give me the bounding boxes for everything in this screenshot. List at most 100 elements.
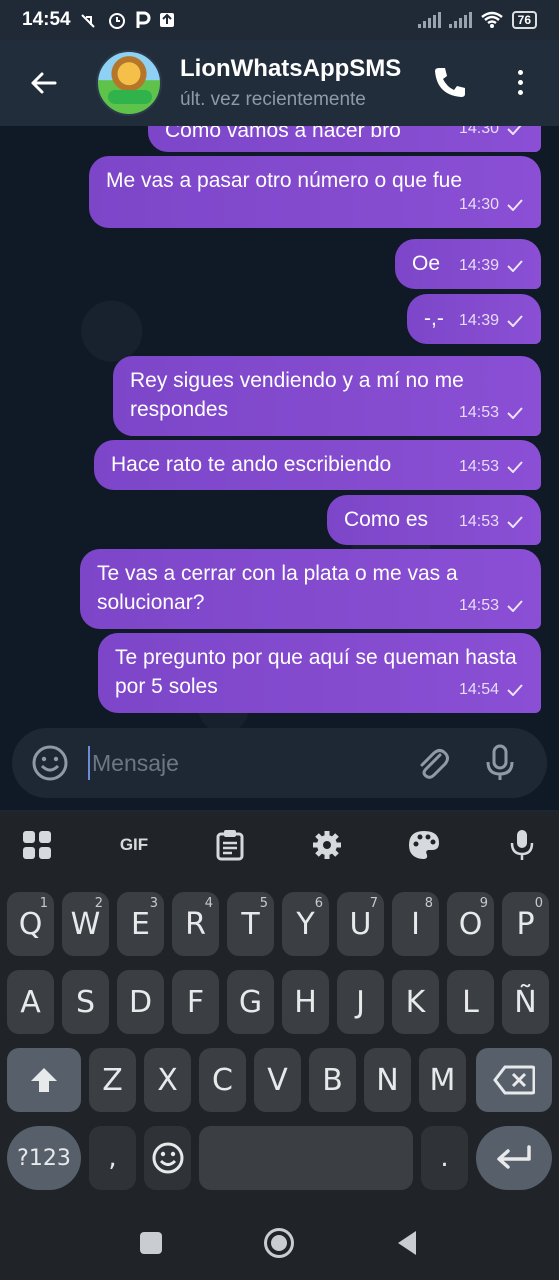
key-u-hint: 7 xyxy=(369,896,378,911)
message-meta: 14:54 xyxy=(459,675,523,704)
key-a[interactable]: A xyxy=(7,970,54,1034)
symbols-key[interactable]: ?123 xyxy=(7,1126,81,1190)
key-w[interactable]: W2 xyxy=(62,892,109,956)
message-meta: 14:30 xyxy=(459,126,523,143)
voice-input-icon[interactable] xyxy=(505,828,539,862)
message-meta: 14:53 xyxy=(459,452,523,481)
key-x[interactable]: X xyxy=(144,1048,191,1112)
back-nav-icon[interactable] xyxy=(396,1230,418,1256)
symbols-key-label: ?123 xyxy=(17,1145,71,1171)
key-p[interactable]: P0 xyxy=(502,892,549,956)
alarm-icon xyxy=(108,13,125,29)
message-bubble[interactable]: Como vamos a hacer bro 14:30 xyxy=(148,126,541,152)
key-q[interactable]: Q1 xyxy=(7,892,54,956)
message-bubble[interactable]: Te vas a cerrar con la plata o me vas a … xyxy=(80,549,541,629)
key-t[interactable]: T5 xyxy=(227,892,274,956)
more-options-button[interactable] xyxy=(508,62,532,102)
key-j[interactable]: J xyxy=(337,970,384,1034)
spacebar[interactable] xyxy=(199,1126,413,1190)
key-b[interactable]: B xyxy=(309,1048,356,1112)
key-o[interactable]: O9 xyxy=(447,892,494,956)
key-t-hint: 5 xyxy=(259,896,268,911)
gif-button[interactable]: GIF xyxy=(114,828,154,862)
mute-icon xyxy=(80,14,95,28)
recents-button[interactable] xyxy=(140,1232,162,1254)
message-bubble[interactable]: -,- 14:39 xyxy=(407,294,541,344)
chat-header: LionWhatsAppSMS últ. vez recientemente xyxy=(0,40,559,126)
period-key[interactable]: . xyxy=(421,1126,468,1190)
key-i[interactable]: I8 xyxy=(392,892,439,956)
message-time: 14:39 xyxy=(458,257,499,274)
message-time: 14:53 xyxy=(458,458,499,475)
key-y[interactable]: Y6 xyxy=(282,892,329,956)
comma-key[interactable]: , xyxy=(89,1126,136,1190)
key-m[interactable]: M xyxy=(419,1048,466,1112)
key-v[interactable]: V xyxy=(254,1048,301,1112)
status-icons xyxy=(79,10,175,30)
message-bubble[interactable]: Hace rato te ando escribiendo 14:53 xyxy=(94,440,541,490)
key-g[interactable]: G xyxy=(227,970,274,1034)
key-f[interactable]: F xyxy=(172,970,219,1034)
keyboard-toolbar: GIF xyxy=(0,812,559,878)
message-input-bar xyxy=(12,728,547,798)
attach-icon[interactable] xyxy=(412,743,452,783)
key-u[interactable]: U7 xyxy=(337,892,384,956)
key-k[interactable]: K xyxy=(392,970,439,1034)
sent-check-icon xyxy=(507,599,523,612)
message-bubble[interactable]: Te pregunto por que aquí se queman hasta… xyxy=(98,633,541,713)
key-e[interactable]: E3 xyxy=(117,892,164,956)
message-time: 14:53 xyxy=(458,513,499,530)
wifi-icon xyxy=(480,11,503,28)
message-input[interactable] xyxy=(88,746,398,780)
chat-area[interactable]: Como vamos a hacer bro 14:30 Me vas a pasa… xyxy=(0,126,559,810)
message-bubble[interactable]: Oe 14:39 xyxy=(395,239,541,289)
settings-gear-icon[interactable] xyxy=(310,828,344,862)
message-bubble[interactable]: Me vas a pasar otro número o que fue 14:3… xyxy=(89,156,541,228)
parking-icon xyxy=(136,11,151,28)
palette-icon[interactable] xyxy=(407,828,441,862)
status-bar: 14:54 76 xyxy=(0,0,559,40)
sent-check-icon xyxy=(507,406,523,419)
status-time: 14:54 xyxy=(22,9,71,30)
message-bubble[interactable]: Como es 14:53 xyxy=(327,495,541,545)
backspace-icon xyxy=(493,1065,535,1095)
message-text: Me vas a pasar otro número o que fue xyxy=(106,169,463,192)
key-d[interactable]: D xyxy=(117,970,164,1034)
key-f-label: F xyxy=(186,984,205,1020)
message-text: Oe xyxy=(412,252,441,275)
sent-check-icon xyxy=(507,314,523,327)
backspace-key[interactable] xyxy=(476,1048,552,1112)
key-w-hint: 2 xyxy=(94,896,103,911)
microphone-icon[interactable] xyxy=(480,743,520,783)
key-l[interactable]: L xyxy=(447,970,494,1034)
keyboard: GIF Q1W2E3R4T5Y6U7I8O9P0 ASDFGHJKLÑ ZXCVBN… xyxy=(0,812,559,1212)
emoji-key[interactable] xyxy=(144,1126,191,1190)
contact-info[interactable]: LionWhatsAppSMS últ. vez recientemente xyxy=(180,55,410,111)
enter-key[interactable] xyxy=(476,1126,552,1190)
contact-name: LionWhatsAppSMS xyxy=(180,55,402,82)
back-button[interactable] xyxy=(20,60,66,106)
key-z[interactable]: Z xyxy=(89,1048,136,1112)
key-ñ[interactable]: Ñ xyxy=(502,970,549,1034)
key-n[interactable]: N xyxy=(364,1048,411,1112)
call-button[interactable] xyxy=(430,62,470,102)
apps-grid-icon[interactable] xyxy=(20,828,54,862)
key-h[interactable]: H xyxy=(282,970,329,1034)
emoji-icon[interactable] xyxy=(30,743,70,783)
shift-key[interactable] xyxy=(7,1048,81,1112)
message-text: Como es xyxy=(344,508,429,531)
key-r[interactable]: R4 xyxy=(172,892,219,956)
key-c[interactable]: C xyxy=(199,1048,246,1112)
key-g-label: G xyxy=(238,984,263,1020)
avatar[interactable] xyxy=(96,50,162,116)
key-z-label: Z xyxy=(102,1062,123,1098)
emoji-icon xyxy=(152,1142,183,1174)
message-bubble[interactable]: Rey sigues vendiendo y a mí no me respon… xyxy=(113,356,541,436)
home-button[interactable] xyxy=(264,1228,294,1258)
comma-key-label: , xyxy=(108,1143,117,1173)
message-time: 14:53 xyxy=(458,404,499,421)
key-o-label: O xyxy=(458,906,483,942)
clipboard-icon[interactable] xyxy=(213,828,247,862)
key-s[interactable]: S xyxy=(62,970,109,1034)
message-text: Te pregunto por que aquí se queman hasta… xyxy=(115,646,517,698)
